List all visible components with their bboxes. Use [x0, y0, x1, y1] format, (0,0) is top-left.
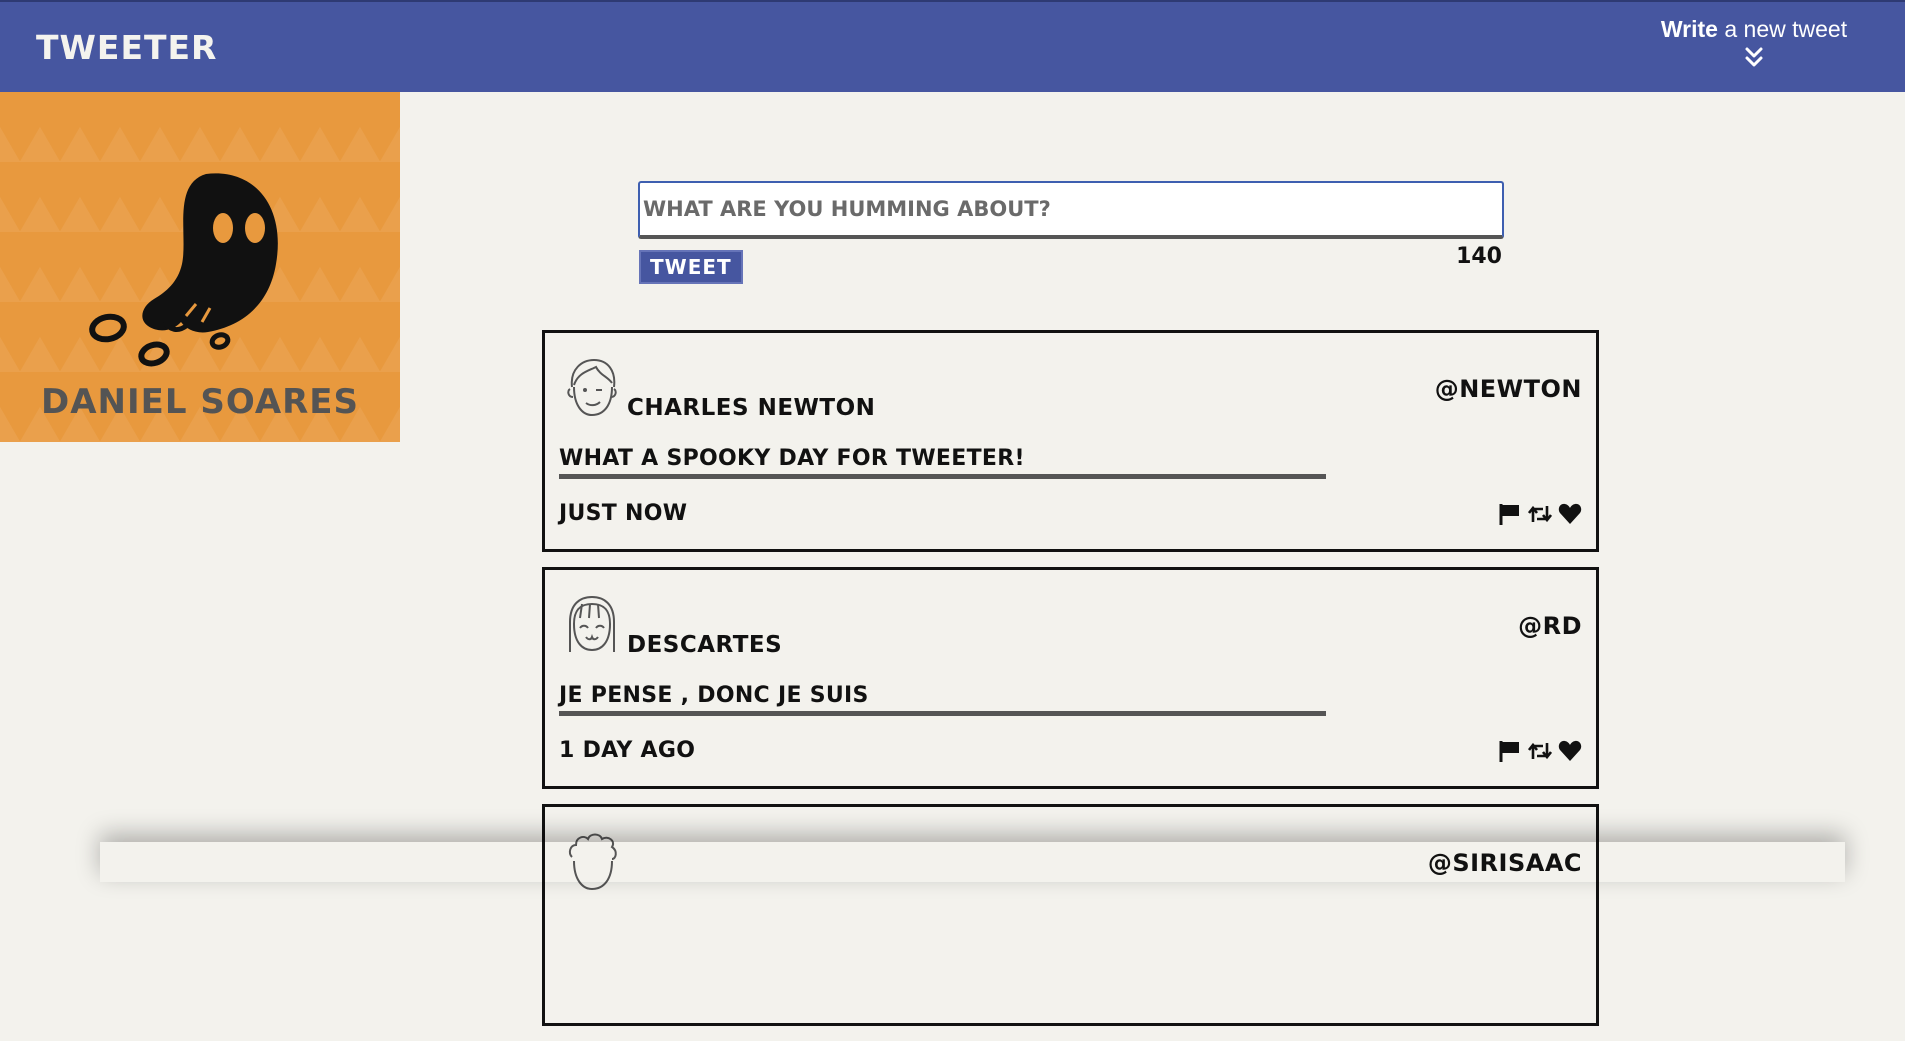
tweet-handle[interactable]: @NEWTON [1435, 375, 1582, 403]
tweet-handle[interactable]: @SIRISAAC [1428, 849, 1582, 877]
compose-label-bold: Write [1661, 16, 1718, 42]
compose-label-rest: a new tweet [1718, 16, 1847, 42]
heart-icon[interactable] [1558, 502, 1582, 526]
double-chevron-down-icon[interactable] [1741, 45, 1767, 71]
tweet-handle[interactable]: @RD [1518, 612, 1582, 640]
tweet-card: CHARLES NEWTON @NEWTON WHAT A SPOOKY DAY… [542, 330, 1599, 552]
retweet-icon[interactable] [1528, 739, 1552, 763]
tweet-card: DESCARTES @RD JE PENSE , DONC JE SUIS 1 … [542, 567, 1599, 789]
tweet-feed: CHARLES NEWTON @NEWTON WHAT A SPOOKY DAY… [542, 330, 1599, 1041]
tweet-content: JE PENSE , DONC JE SUIS [559, 683, 1326, 716]
profile-name: DANIEL SOARES [0, 382, 400, 422]
retweet-icon[interactable] [1528, 502, 1552, 526]
write-new-tweet-button[interactable]: Write a new tweet [1639, 16, 1869, 71]
tweet-time: 1 DAY AGO [559, 738, 695, 763]
top-nav: TWEETER Write a new tweet [0, 0, 1905, 92]
tweet-composer: TWEET 140 [638, 181, 1504, 239]
tweet-author-name: CHARLES NEWTON [627, 395, 875, 421]
tweet-author-name: DESCARTES [627, 632, 782, 658]
tweet-card: @SIRISAAC [542, 804, 1599, 1026]
flag-icon[interactable] [1498, 739, 1522, 763]
tweet-time: JUST NOW [559, 501, 687, 526]
brand-logo[interactable]: TWEETER [36, 28, 217, 67]
curly-hair-face-icon [564, 831, 620, 893]
profile-card: DANIEL SOARES [0, 92, 400, 442]
girl-face-icon [564, 594, 620, 656]
tweet-button[interactable]: TWEET [639, 250, 743, 284]
tweet-actions [1498, 502, 1582, 526]
tweet-actions [1498, 739, 1582, 763]
tweet-content: WHAT A SPOOKY DAY FOR TWEETER! [559, 446, 1326, 479]
compose-label: Write a new tweet [1661, 16, 1847, 42]
tweet-input[interactable] [638, 181, 1504, 239]
ghost-icon [86, 154, 326, 384]
flag-icon[interactable] [1498, 502, 1522, 526]
char-counter: 140 [1456, 244, 1502, 269]
heart-icon[interactable] [1558, 739, 1582, 763]
boy-face-icon [564, 357, 620, 419]
